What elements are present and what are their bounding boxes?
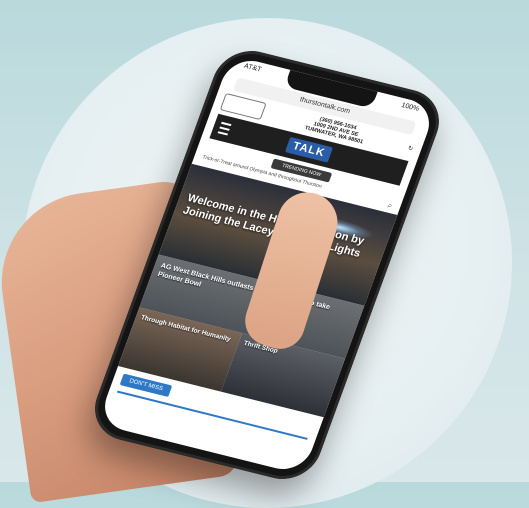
phone-container: AT&T 100% thurstontalk.com (360) 956-103… <box>84 40 450 487</box>
carrier-label: AT&T <box>242 62 263 74</box>
hamburger-menu-icon[interactable] <box>217 121 232 136</box>
brand-logo[interactable]: TALK <box>284 136 334 163</box>
search-icon[interactable]: ⌕ <box>386 201 393 212</box>
refresh-icon[interactable]: ↻ <box>407 144 414 152</box>
scene: AT&T 100% thurstontalk.com (360) 956-103… <box>0 0 529 508</box>
battery-label: 100% <box>400 101 421 113</box>
